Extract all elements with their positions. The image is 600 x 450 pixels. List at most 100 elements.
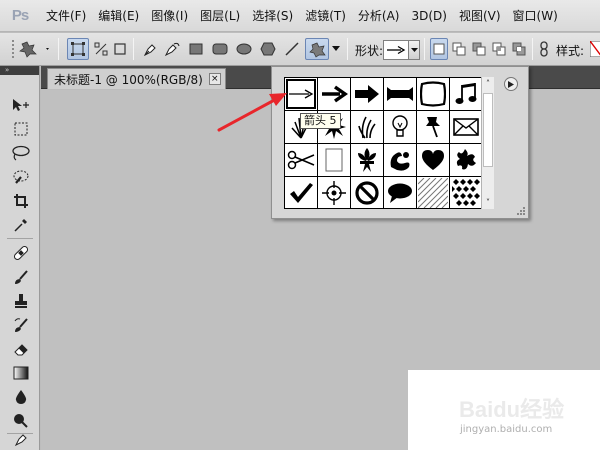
shape-lightbulb[interactable] bbox=[384, 111, 416, 143]
shape-arrow-bold[interactable] bbox=[318, 78, 350, 110]
ellipse-tool-button[interactable] bbox=[233, 38, 255, 60]
eyedropper-tool[interactable] bbox=[8, 214, 34, 236]
bandage-icon bbox=[13, 245, 29, 261]
menu-analysis[interactable]: 分析(A) bbox=[352, 0, 406, 32]
play-arrow-icon bbox=[508, 80, 514, 88]
close-icon[interactable]: × bbox=[208, 73, 221, 85]
scroll-down-arrow[interactable]: ˅ bbox=[482, 196, 494, 209]
shape-ornament[interactable] bbox=[384, 144, 416, 176]
watermark-brand: Baidu经验 bbox=[459, 397, 565, 422]
move-icon bbox=[13, 99, 29, 111]
menu-image[interactable]: 图像(I) bbox=[145, 0, 194, 32]
history-brush-tool[interactable] bbox=[8, 314, 34, 336]
stamp-icon bbox=[15, 294, 27, 308]
shape-checkerboard[interactable] bbox=[450, 177, 481, 208]
rounded-rectangle-tool-button[interactable] bbox=[209, 38, 231, 60]
menu-filter[interactable]: 滤镜(T) bbox=[299, 0, 352, 32]
geometry-options-dropdown[interactable] bbox=[330, 38, 342, 60]
shape-grid bbox=[284, 77, 482, 209]
paths-mode-button[interactable] bbox=[91, 38, 111, 60]
scroll-up-arrow[interactable]: ˄ bbox=[482, 77, 494, 90]
brush-tool[interactable] bbox=[8, 266, 34, 288]
shape-music-note[interactable] bbox=[450, 78, 481, 110]
pen-tool-button[interactable] bbox=[140, 38, 160, 60]
style-swatch[interactable] bbox=[590, 38, 600, 60]
add-area-icon bbox=[452, 42, 466, 56]
shape-picker-swatch[interactable] bbox=[383, 40, 409, 60]
arrow-thin-icon bbox=[289, 89, 314, 99]
shape-arrow-heavy[interactable] bbox=[351, 78, 383, 110]
menu-view[interactable]: 视图(V) bbox=[453, 0, 507, 32]
shape-heart[interactable] bbox=[417, 144, 449, 176]
eraser-tool[interactable] bbox=[8, 338, 34, 360]
shape-picker-dropdown-button[interactable] bbox=[409, 40, 420, 60]
shape-scissors[interactable] bbox=[285, 144, 317, 176]
fleur-de-lis-icon bbox=[358, 148, 376, 172]
link-icon[interactable] bbox=[537, 38, 551, 60]
shape-diagonal-hatch[interactable] bbox=[417, 177, 449, 208]
shape-no-symbol[interactable] bbox=[351, 177, 383, 208]
crop-tool[interactable] bbox=[8, 190, 34, 212]
intersect-shape-area-button[interactable] bbox=[490, 38, 508, 60]
marquee-tool[interactable] bbox=[8, 118, 34, 140]
checkmark-icon bbox=[290, 183, 313, 203]
blur-tool[interactable] bbox=[8, 386, 34, 408]
menu-window[interactable]: 窗口(W) bbox=[507, 0, 564, 32]
checkerboard-icon bbox=[452, 179, 480, 206]
quick-selection-tool[interactable] bbox=[8, 166, 34, 188]
shape-speech-bubble[interactable] bbox=[384, 177, 416, 208]
lasso-tool[interactable] bbox=[8, 142, 34, 164]
heart-icon bbox=[422, 150, 444, 170]
shape-grid-scrollbar[interactable]: ˄ ˅ bbox=[481, 77, 494, 209]
shape-fleur-de-lis[interactable] bbox=[351, 144, 383, 176]
shape-grass-2[interactable] bbox=[351, 111, 383, 143]
grass-2-icon bbox=[358, 116, 376, 139]
crop-icon bbox=[14, 194, 28, 208]
menu-layer[interactable]: 图层(L) bbox=[194, 0, 246, 32]
fill-pixels-mode-button[interactable] bbox=[111, 38, 129, 60]
tool-preset-picker[interactable] bbox=[18, 38, 52, 60]
photoshop-logo: Ps bbox=[11, 7, 29, 24]
line-tool-button[interactable] bbox=[282, 38, 302, 60]
shape-crosshair[interactable] bbox=[318, 177, 350, 208]
move-tool[interactable] bbox=[8, 94, 34, 116]
shape-blank-page[interactable] bbox=[318, 144, 350, 176]
custom-shape-tool-button[interactable] bbox=[305, 38, 329, 60]
menu-file[interactable]: 文件(F) bbox=[40, 0, 92, 32]
resize-grip-icon[interactable] bbox=[517, 207, 526, 216]
menu-select[interactable]: 选择(S) bbox=[246, 0, 299, 32]
document-tab[interactable]: 未标题-1 @ 100%(RGB/8) × bbox=[47, 68, 226, 89]
shape-checkmark[interactable] bbox=[285, 177, 317, 208]
shape-envelope[interactable] bbox=[450, 111, 481, 143]
freeform-pen-button[interactable] bbox=[162, 38, 182, 60]
shape-banner[interactable] bbox=[384, 78, 416, 110]
banner-icon bbox=[387, 87, 413, 101]
menu-edit[interactable]: 编辑(E) bbox=[92, 0, 145, 32]
subtract-shape-area-button[interactable] bbox=[470, 38, 488, 60]
shape-layers-mode-button[interactable] bbox=[67, 38, 89, 60]
clone-stamp-tool[interactable] bbox=[8, 290, 34, 312]
gradient-tool[interactable] bbox=[8, 362, 34, 384]
exclude-area-icon bbox=[512, 42, 526, 56]
add-to-shape-area-button[interactable] bbox=[450, 38, 468, 60]
shape-pushpin[interactable] bbox=[417, 111, 449, 143]
blank-page-icon bbox=[325, 148, 343, 172]
rectangle-tool-button[interactable] bbox=[186, 38, 206, 60]
document-title: 未标题-1 @ 100%(RGB/8) bbox=[54, 72, 203, 87]
tools-panel-collapse[interactable]: » bbox=[0, 66, 39, 75]
flyout-menu-button[interactable] bbox=[504, 77, 518, 91]
chevron-down-icon bbox=[410, 47, 418, 52]
shape-arrow-thin[interactable] bbox=[285, 78, 317, 110]
new-shape-layer-button[interactable] bbox=[430, 38, 448, 60]
scroll-thumb[interactable] bbox=[483, 93, 493, 167]
pen-tool[interactable] bbox=[8, 428, 34, 450]
shape-picker-popup: ˄ ˅ bbox=[271, 66, 529, 219]
shape-frame[interactable] bbox=[417, 78, 449, 110]
polygon-tool-button[interactable] bbox=[257, 38, 279, 60]
style-label: 样式: bbox=[556, 44, 585, 58]
shape-tooltip: 箭头 5 bbox=[300, 113, 341, 129]
healing-brush-tool[interactable] bbox=[8, 242, 34, 264]
exclude-overlap-button[interactable] bbox=[510, 38, 528, 60]
menu-3d[interactable]: 3D(D) bbox=[405, 0, 452, 32]
shape-splat[interactable] bbox=[450, 144, 481, 176]
